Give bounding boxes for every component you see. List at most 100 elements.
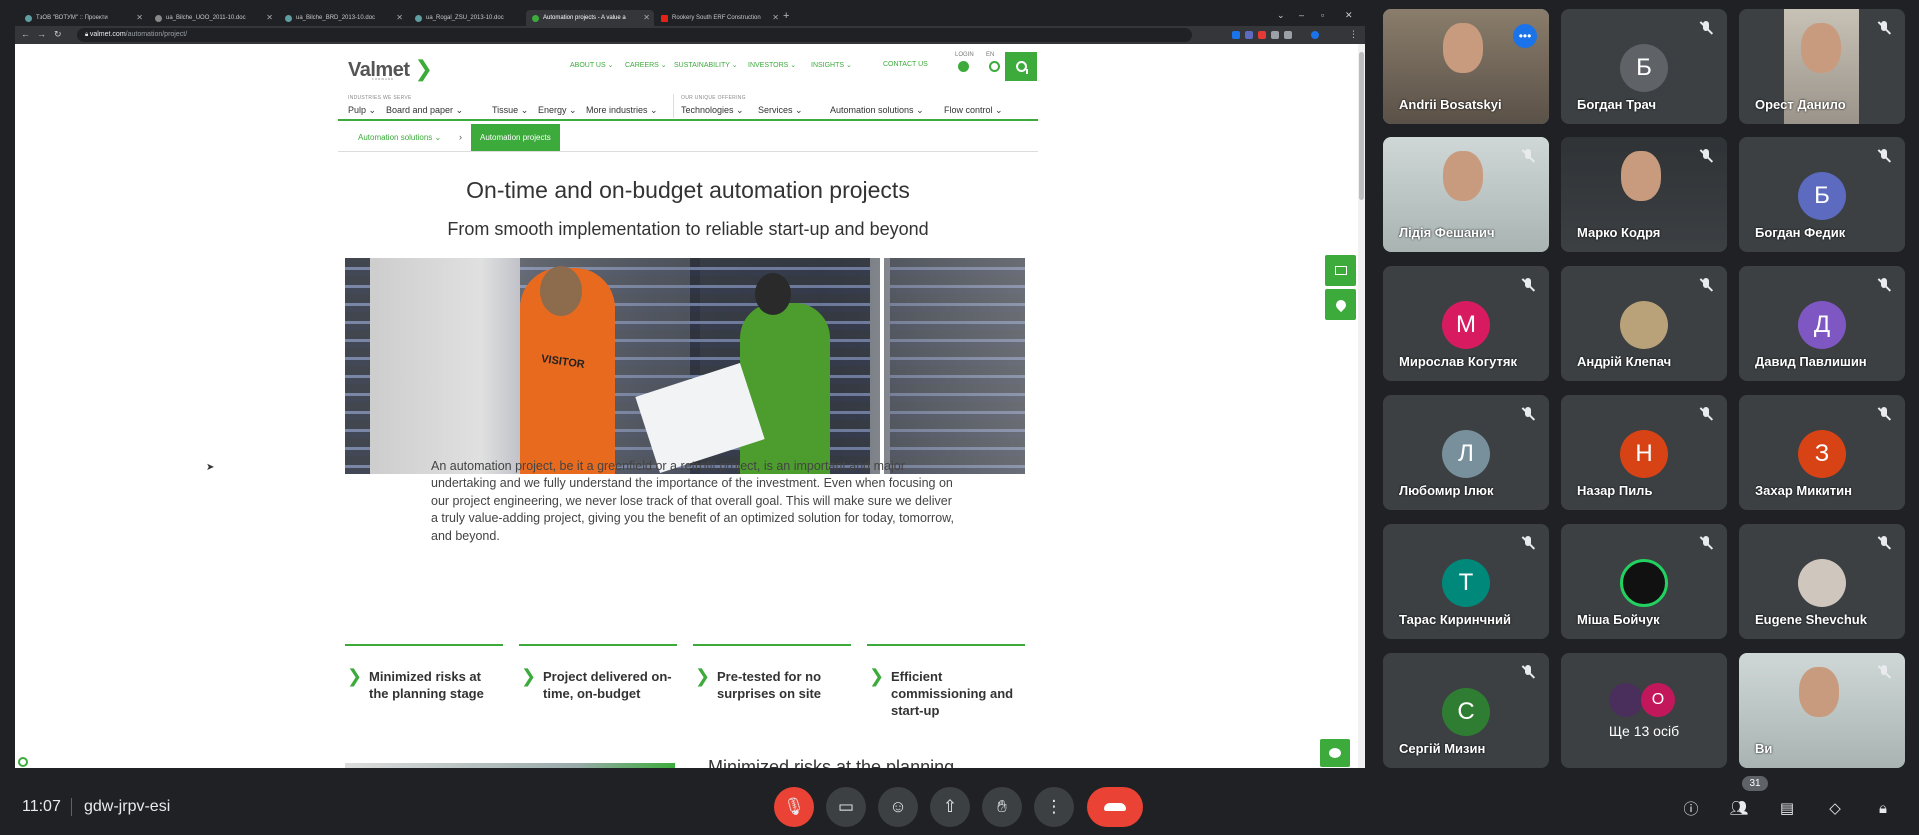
extension-icon[interactable] xyxy=(1258,31,1266,39)
participant-tile[interactable]: Л Любомир Ілюк xyxy=(1383,395,1549,510)
reactions-button[interactable]: ☺ xyxy=(878,787,918,827)
phone-hangup-icon xyxy=(1104,803,1126,811)
participant-tile[interactable]: Б Богдан Федик xyxy=(1739,137,1905,252)
close-tab-icon[interactable]: ✕ xyxy=(643,13,650,22)
mic-muted-icon xyxy=(1877,278,1891,292)
nav-sustainability[interactable]: SUSTAINABILITY ⌄ xyxy=(674,61,738,69)
close-tab-icon[interactable]: ✕ xyxy=(772,13,779,22)
chat-button[interactable] xyxy=(1320,739,1350,767)
feature-item: Minimized risks at the planning stage xyxy=(369,669,484,701)
breadcrumb-current[interactable]: Automation projects xyxy=(471,124,560,151)
browser-tab[interactable]: ТзОВ "ВОТУМ" :: Проекти ✕ xyxy=(19,10,147,26)
mic-muted-icon xyxy=(1521,149,1535,163)
restore-icon[interactable]: ▫ xyxy=(1321,10,1324,20)
more-options-button[interactable]: ⋮ xyxy=(1034,787,1074,827)
nav-about-us[interactable]: ABOUT US ⌄ xyxy=(570,61,613,69)
participant-tile[interactable]: Ви xyxy=(1739,653,1905,768)
close-tab-icon[interactable]: ✕ xyxy=(136,13,143,22)
forward-icon[interactable]: → xyxy=(37,29,46,39)
present-screen-button[interactable]: ⇧ xyxy=(930,787,970,827)
participant-tile[interactable]: ••• Andrii Bosatskyi xyxy=(1383,9,1549,124)
new-tab-icon[interactable]: + xyxy=(783,10,789,22)
person-head xyxy=(540,266,582,316)
participant-tile[interactable]: Міша Бойчук xyxy=(1561,524,1727,639)
scrollbar-thumb[interactable] xyxy=(1359,52,1364,200)
profile-avatar-icon[interactable] xyxy=(1311,31,1319,39)
vertical-scrollbar[interactable] xyxy=(1358,44,1365,768)
browser-tab-active[interactable]: Automation projects - A value a ✕ xyxy=(526,10,654,26)
back-icon[interactable]: ← xyxy=(21,29,30,39)
url-input[interactable]: 🔒︎ valmet.com/automation/project/ xyxy=(77,28,1192,42)
extension-icon[interactable] xyxy=(1245,31,1253,39)
people-button[interactable]: 👥︎ xyxy=(1727,796,1751,820)
browser-tab[interactable]: ua_Bilche_UOO_2011-10.doc ✕ xyxy=(149,10,277,26)
nav-careers[interactable]: CAREERS ⌄ xyxy=(625,61,667,69)
nav-automation-solutions[interactable]: Automation solutions ⌄ xyxy=(830,105,924,116)
participant-tile[interactable]: Д Давид Павлишин xyxy=(1739,266,1905,381)
nav-investors[interactable]: INVESTORS ⌄ xyxy=(748,61,796,69)
participant-name: Богдан Трач xyxy=(1577,97,1656,112)
nav-energy[interactable]: Energy ⌄ xyxy=(538,105,577,116)
participant-face xyxy=(1621,151,1661,201)
site-search-button[interactable] xyxy=(1005,52,1037,81)
browser-tab[interactable]: ua_Bilche_BRD_2013-10.doc ✕ xyxy=(279,10,407,26)
nav-board-and-paper[interactable]: Board and paper ⌄ xyxy=(386,105,463,116)
leave-call-button[interactable] xyxy=(1087,787,1143,827)
location-button[interactable] xyxy=(1325,289,1356,320)
nav-flow-control[interactable]: Flow control ⌄ xyxy=(944,105,1003,116)
meeting-details-button[interactable]: ⓘ xyxy=(1679,796,1703,820)
extension-icon[interactable] xyxy=(1232,31,1240,39)
microphone-off-button[interactable]: 🎙︎ xyxy=(774,787,814,827)
tab-search-chevron-icon[interactable]: ⌄ xyxy=(1277,10,1285,21)
participant-tile[interactable]: Т Тарас Киринчний xyxy=(1383,524,1549,639)
logo-chevron-icon: ❯ xyxy=(414,56,433,81)
nav-more-industries[interactable]: More industries ⌄ xyxy=(586,105,658,116)
reading-list-icon[interactable] xyxy=(1284,31,1292,39)
participant-name: Міша Бойчук xyxy=(1577,612,1660,627)
host-controls-button[interactable]: 🔒︎ xyxy=(1871,796,1895,820)
cookie-settings-icon[interactable] xyxy=(18,757,28,767)
industries-label: INDUSTRIES WE SERVE xyxy=(348,95,412,101)
close-window-icon[interactable]: ✕ xyxy=(1345,10,1353,21)
participant-tile[interactable]: С Сергій Мизин xyxy=(1383,653,1549,768)
reload-icon[interactable]: ↻ xyxy=(54,29,62,40)
participant-tile[interactable]: Андрій Клепач xyxy=(1561,266,1727,381)
nav-services[interactable]: Services ⌄ xyxy=(758,105,803,116)
globe-icon[interactable] xyxy=(989,61,1000,72)
mic-muted-icon xyxy=(1699,278,1713,292)
nav-tissue[interactable]: Tissue ⌄ xyxy=(492,105,528,116)
participant-tile[interactable]: Лідія Фешанич xyxy=(1383,137,1549,252)
participant-avatar-photo xyxy=(1620,559,1668,607)
participant-tile[interactable]: Н Назар Пиль xyxy=(1561,395,1727,510)
close-tab-icon[interactable]: ✕ xyxy=(266,13,273,22)
nav-insights[interactable]: INSIGHTS ⌄ xyxy=(811,61,852,69)
raise-hand-button[interactable]: ✋︎ xyxy=(982,787,1022,827)
participant-face xyxy=(1799,667,1839,717)
breadcrumb-parent[interactable]: Automation solutions ⌄ xyxy=(358,133,441,142)
close-tab-icon[interactable]: ✕ xyxy=(396,13,403,22)
user-icon[interactable] xyxy=(958,61,969,72)
youtube-favicon-icon xyxy=(661,14,668,22)
browser-tab[interactable]: Rookery South ERF Construction ✕ xyxy=(655,10,783,26)
participant-tile[interactable]: Eugene Shevchuk xyxy=(1739,524,1905,639)
contact-email-button[interactable] xyxy=(1325,255,1356,286)
activities-button[interactable]: ◇ xyxy=(1823,796,1847,820)
participant-tile[interactable]: Б Богдан Трач xyxy=(1561,9,1727,124)
participant-tile[interactable]: Марко Кодря xyxy=(1561,137,1727,252)
chat-panel-button[interactable]: ▤ xyxy=(1775,796,1799,820)
page-viewport: Valmet ❯ FORWARD ABOUT US ⌄ CAREERS ⌄ SU… xyxy=(15,44,1358,768)
kebab-menu-icon[interactable]: ⋮ xyxy=(1349,29,1358,40)
nav-pulp[interactable]: Pulp ⌄ xyxy=(348,105,376,116)
participant-tile[interactable]: З Захар Микитин xyxy=(1739,395,1905,510)
map-pin-icon xyxy=(1333,297,1348,312)
tile-options-icon[interactable]: ••• xyxy=(1513,24,1537,48)
nav-contact-us[interactable]: CONTACT US xyxy=(883,61,928,68)
participant-tile[interactable]: М Мирослав Когутяк xyxy=(1383,266,1549,381)
nav-technologies[interactable]: Technologies ⌄ xyxy=(681,105,744,116)
minimize-icon[interactable]: – xyxy=(1299,10,1304,20)
browser-tab[interactable]: ua_Rogal_ZSU_2013-10.doc✕ xyxy=(409,10,537,26)
puzzle-icon[interactable] xyxy=(1271,31,1279,39)
participant-tile[interactable]: О Ще 13 осіб xyxy=(1561,653,1727,768)
camera-button[interactable]: ▭ xyxy=(826,787,866,827)
participant-tile[interactable]: Орест Данило xyxy=(1739,9,1905,124)
